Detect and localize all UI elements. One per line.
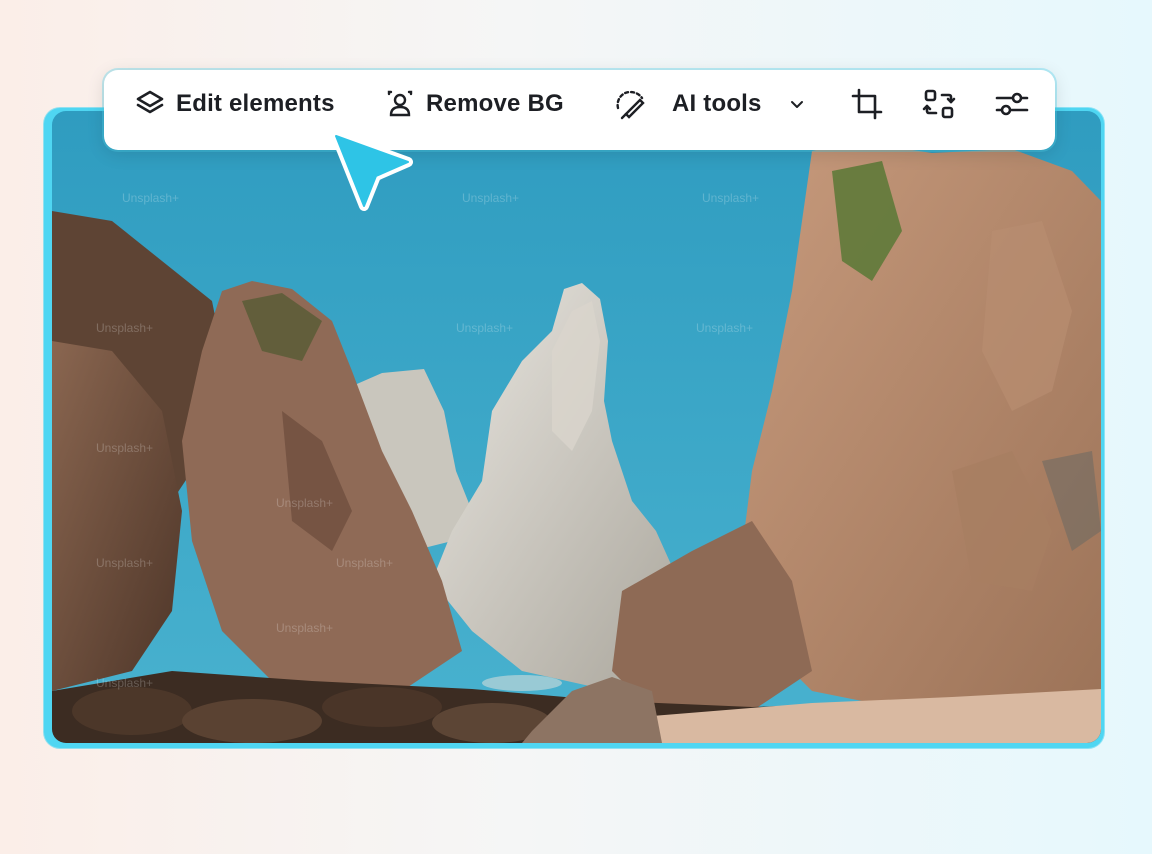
ai-tools-label: AI tools: [672, 90, 762, 117]
magic-brush-icon: [612, 86, 648, 122]
rocky-beach-image: [52, 111, 1101, 743]
canvas-photo[interactable]: Unsplash+ Unsplash+ Unsplash+ Unsplash+ …: [52, 111, 1101, 743]
ai-tools-button[interactable]: AI tools: [612, 70, 806, 138]
adjust-button[interactable]: [994, 70, 1030, 138]
remove-bg-label: Remove BG: [426, 90, 564, 117]
sliders-icon: [994, 87, 1030, 121]
person-outline-icon: [384, 88, 416, 120]
layers-icon: [134, 88, 166, 120]
edit-elements-label: Edit elements: [176, 90, 335, 117]
crop-icon: [850, 87, 884, 121]
swap-button[interactable]: [922, 70, 956, 138]
swap-icon: [922, 87, 956, 121]
edit-elements-button[interactable]: Edit elements: [134, 70, 335, 138]
pointer-cursor-icon: [328, 128, 418, 218]
chevron-down-icon[interactable]: [788, 95, 806, 113]
image-edit-toolbar: Edit elements Remove BG AI tools: [104, 70, 1055, 150]
crop-button[interactable]: [850, 70, 884, 138]
